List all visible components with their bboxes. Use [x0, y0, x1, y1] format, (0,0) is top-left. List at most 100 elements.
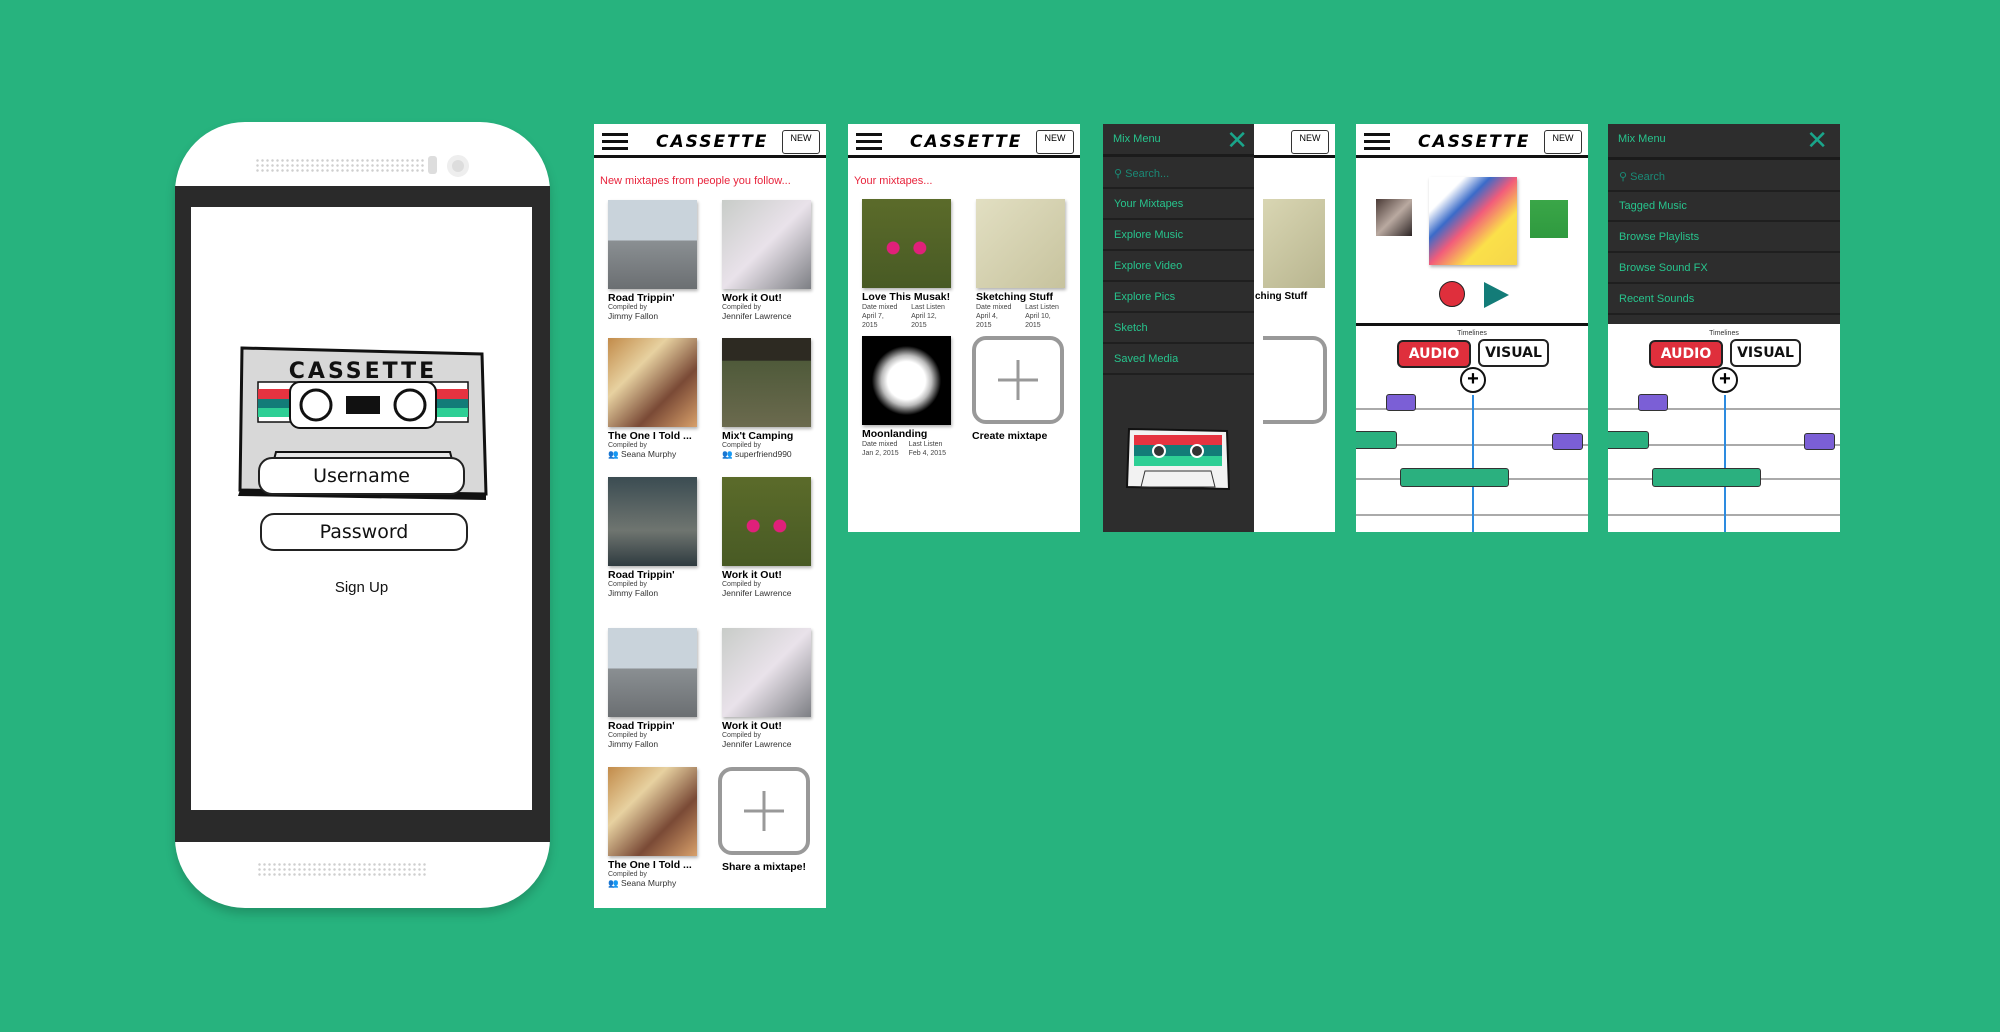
- create-mixtape-button[interactable]: Create mixtape: [972, 336, 1064, 442]
- menu-search-input[interactable]: ⚲ Search...: [1103, 159, 1254, 189]
- new-mixtape-button[interactable]: NEW: [1544, 130, 1582, 154]
- feed-screen: CASSETTE NEW New mixtapes from people yo…: [594, 124, 826, 908]
- compiled-by-label: Compiled by: [722, 732, 761, 739]
- author-name[interactable]: Seana Murphy: [621, 878, 676, 888]
- author-name[interactable]: superfriend990: [735, 449, 792, 459]
- new-mixtape-button[interactable]: NEW: [1036, 130, 1074, 154]
- record-button[interactable]: [1439, 281, 1465, 307]
- last-listen-value: April 10, 2015: [1025, 313, 1051, 329]
- compiled-by-label: Compiled by: [608, 871, 647, 878]
- menu-item[interactable]: Explore Pics: [1103, 283, 1254, 313]
- tab-visual[interactable]: VISUAL: [1730, 339, 1801, 367]
- album-art: [608, 628, 697, 717]
- menu-header: Mix Menu ✕: [1608, 124, 1840, 160]
- close-icon[interactable]: ✕: [1806, 127, 1828, 153]
- speaker-grille-bottom: [257, 862, 427, 878]
- menu-item[interactable]: Explore Music: [1103, 221, 1254, 251]
- album-art: [862, 199, 951, 288]
- new-mixtape-button[interactable]: NEW: [782, 130, 820, 154]
- prev-album-art[interactable]: [1376, 199, 1412, 236]
- hamburger-menu-icon[interactable]: [1364, 133, 1390, 150]
- visual-clip[interactable]: [1552, 433, 1583, 450]
- add-track-icon[interactable]: +: [1460, 367, 1486, 393]
- compiled-by-label: Compiled by: [608, 581, 647, 588]
- mixtape-card[interactable]: Road Trippin' Compiled by Jimmy Fallon: [608, 477, 700, 598]
- tab-visual[interactable]: VISUAL: [1478, 339, 1549, 367]
- author-name[interactable]: Jimmy Fallon: [608, 311, 658, 321]
- menu-item[interactable]: Sketch: [1103, 314, 1254, 344]
- author-name[interactable]: Jennifer Lawrence: [722, 588, 791, 598]
- menu-item[interactable]: Browse Playlists: [1608, 223, 1840, 253]
- mixtape-title: Road Trippin': [608, 720, 675, 732]
- visual-clip[interactable]: [1804, 433, 1835, 450]
- editor-screen: CASSETTE NEW Timelines AUDIO VISUAL +: [1356, 124, 1588, 532]
- password-input[interactable]: Password: [260, 513, 468, 551]
- add-track-icon[interactable]: +: [1712, 367, 1738, 393]
- mixtape-card[interactable]: Work it Out! Compiled by Jennifer Lawrence: [722, 477, 814, 598]
- my-mixtape-card[interactable]: Love This Musak! Date mixed April 7, 2015 L…: [862, 199, 954, 330]
- mixtape-title: The One I Told ...: [608, 859, 692, 871]
- date-mixed-label: Date mixed: [976, 304, 1012, 311]
- mixtape-card[interactable]: Mix't Camping Compiled by 👥 superfriend990: [722, 338, 814, 460]
- author-name[interactable]: Jimmy Fallon: [608, 588, 658, 598]
- sensor: [428, 156, 437, 174]
- current-album-art[interactable]: [1429, 177, 1517, 265]
- album-art: [722, 628, 811, 717]
- menu-item[interactable]: Explore Video: [1103, 252, 1254, 282]
- tab-audio[interactable]: AUDIO: [1397, 340, 1471, 368]
- menu-item[interactable]: Saved Media: [1103, 345, 1254, 375]
- mixtape-card[interactable]: Road Trippin' Compiled by Jimmy Fallon: [608, 628, 700, 749]
- menu-item[interactable]: Tagged Music: [1608, 192, 1840, 222]
- hamburger-menu-icon[interactable]: [602, 133, 628, 150]
- app-header: CASSETTE NEW: [848, 124, 1080, 158]
- mixtape-card[interactable]: The One I Told ... Compiled by 👥 Seana Mur…: [608, 338, 700, 460]
- share-mixtape-button[interactable]: Share a mixtape!: [718, 767, 810, 873]
- mixtape-card[interactable]: Work it Out! Compiled by Jennifer Lawrence: [722, 628, 814, 749]
- my-mixtape-card[interactable]: Moonlanding Date mixed Jan 2, 2015 Last Lis…: [862, 336, 954, 458]
- playhead[interactable]: [1472, 395, 1474, 532]
- play-button[interactable]: [1484, 282, 1509, 308]
- mixtape-title: Love This Musak!: [862, 291, 951, 303]
- menu-header: Mix Menu ✕: [1103, 124, 1254, 157]
- mixtape-title: Work it Out!: [722, 569, 782, 581]
- menu-item[interactable]: Browse Sound FX: [1608, 254, 1840, 284]
- close-icon[interactable]: ✕: [1226, 127, 1248, 153]
- cassette-illustration: [1125, 427, 1231, 491]
- playhead[interactable]: [1724, 395, 1726, 532]
- next-album-art[interactable]: [1530, 200, 1568, 238]
- menu-search-input[interactable]: ⚲ Search: [1608, 162, 1840, 192]
- app-logo: CASSETTE: [1418, 132, 1531, 152]
- mixtape-card[interactable]: Work it Out! Compiled by Jennifer Lawrence: [722, 200, 814, 321]
- last-listen-label: Last Listen: [908, 441, 943, 448]
- author-name[interactable]: Jimmy Fallon: [608, 739, 658, 749]
- signup-link[interactable]: Sign Up: [191, 579, 532, 596]
- author-name[interactable]: Seana Murphy: [621, 449, 676, 459]
- mixtape-card[interactable]: The One I Told ... Compiled by 👥 Seana Mur…: [608, 767, 700, 889]
- timelines-label: Timelines: [1709, 330, 1739, 337]
- audio-clip[interactable]: [1400, 468, 1509, 487]
- audio-clip[interactable]: [1356, 431, 1397, 449]
- audio-clip[interactable]: [1608, 431, 1649, 449]
- compiled-by-label: Compiled by: [608, 442, 647, 449]
- tab-audio[interactable]: AUDIO: [1649, 340, 1723, 368]
- new-mixtape-button[interactable]: NEW: [1291, 130, 1329, 154]
- group-icon: 👥: [722, 449, 735, 459]
- author-name[interactable]: Jennifer Lawrence: [722, 311, 791, 321]
- visual-clip[interactable]: [1638, 394, 1668, 411]
- create-box-partial: [1263, 336, 1327, 424]
- hamburger-menu-icon[interactable]: [856, 133, 882, 150]
- my-mixtape-card[interactable]: Sketching Stuff Date mixed April 4, 2015 La…: [976, 199, 1068, 330]
- mixtape-card[interactable]: Road Trippin' Compiled by Jimmy Fallon: [608, 200, 700, 321]
- audio-clip[interactable]: [1652, 468, 1761, 487]
- username-input[interactable]: Username: [258, 457, 465, 495]
- visual-clip[interactable]: [1386, 394, 1416, 411]
- section-title: New mixtapes from people you follow...: [600, 175, 791, 187]
- album-art: [722, 338, 811, 427]
- menu-item[interactable]: Recent Sounds: [1608, 285, 1840, 315]
- editor-menu-screen: Mix Menu ✕ ⚲ Search Tagged Music Browse Pl…: [1608, 124, 1840, 532]
- app-header: CASSETTE NEW: [594, 124, 826, 158]
- compiled-by-label: Compiled by: [608, 304, 647, 311]
- menu-item[interactable]: Your Mixtapes: [1103, 190, 1254, 220]
- mixtape-title: Moonlanding: [862, 428, 928, 440]
- author-name[interactable]: Jennifer Lawrence: [722, 739, 791, 749]
